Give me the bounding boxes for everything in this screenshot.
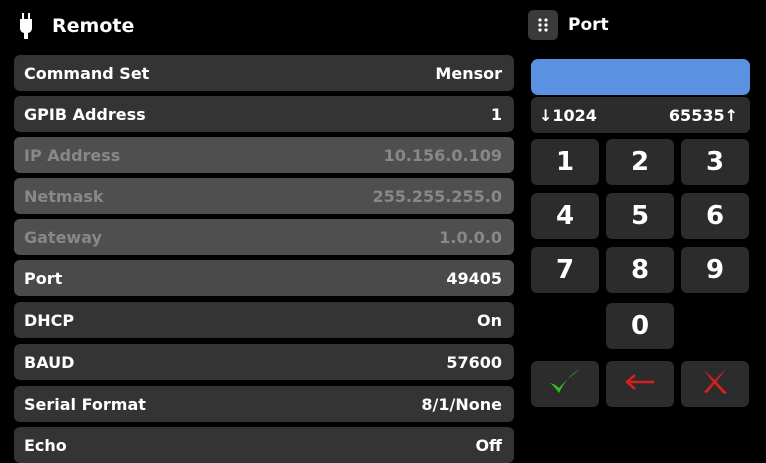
value-range: ↓1024 65535↑ — [531, 97, 750, 133]
setting-row-echo[interactable]: Echo Off — [14, 427, 514, 463]
setting-label: Port — [24, 268, 63, 288]
range-min: ↓1024 — [539, 105, 597, 125]
setting-label: Command Set — [24, 63, 150, 83]
setting-row-port[interactable]: Port 49405 — [14, 260, 514, 296]
setting-label: Echo — [24, 435, 67, 455]
setting-label: DHCP — [24, 310, 75, 330]
page-header: Remote — [14, 6, 514, 46]
setting-value: 49405 — [446, 268, 502, 288]
setting-value: 1 — [490, 104, 502, 124]
setting-value: 10.156.0.109 — [383, 145, 502, 165]
keypad-header: Port — [528, 8, 764, 42]
key-1[interactable]: 1 — [531, 139, 599, 185]
setting-label: Netmask — [24, 186, 104, 206]
key-9[interactable]: 9 — [681, 247, 749, 293]
checkmark-icon — [547, 366, 583, 403]
setting-value: On — [477, 310, 502, 330]
cancel-button[interactable] — [681, 361, 749, 407]
key-2[interactable]: 2 — [606, 139, 674, 185]
setting-value: 255.255.255.0 — [372, 186, 502, 206]
key-5[interactable]: 5 — [606, 193, 674, 239]
keypad-title: Port — [568, 15, 609, 35]
x-icon — [700, 366, 730, 403]
setting-value: Mensor — [435, 63, 502, 83]
key-7[interactable]: 7 — [531, 247, 599, 293]
setting-value: 8/1/None — [421, 394, 502, 414]
setting-label: BAUD — [24, 352, 75, 372]
key-0[interactable]: 0 — [606, 303, 674, 349]
setting-row-ip-address: IP Address 10.156.0.109 — [14, 137, 514, 173]
grid-menu-icon[interactable] — [528, 10, 558, 40]
setting-label: IP Address — [24, 145, 121, 165]
page-title: Remote — [52, 15, 135, 37]
setting-value: Off — [475, 435, 502, 455]
setting-value: 1.0.0.0 — [439, 227, 502, 247]
setting-row-baud[interactable]: BAUD 57600 — [14, 344, 514, 380]
key-4[interactable]: 4 — [531, 193, 599, 239]
key-3[interactable]: 3 — [681, 139, 749, 185]
left-arrow-icon — [623, 369, 657, 399]
setting-row-dhcp[interactable]: DHCP On — [14, 302, 514, 338]
plug-icon — [18, 13, 34, 39]
confirm-button[interactable] — [531, 361, 599, 407]
key-6[interactable]: 6 — [681, 193, 749, 239]
setting-row-netmask: Netmask 255.255.255.0 — [14, 178, 514, 214]
key-8[interactable]: 8 — [606, 247, 674, 293]
setting-row-command-set[interactable]: Command Set Mensor — [14, 55, 514, 91]
setting-label: Serial Format — [24, 394, 146, 414]
setting-row-serial-format[interactable]: Serial Format 8/1/None — [14, 386, 514, 422]
setting-row-gateway: Gateway 1.0.0.0 — [14, 219, 514, 255]
setting-value: 57600 — [446, 352, 502, 372]
setting-label: Gateway — [24, 227, 102, 247]
backspace-button[interactable] — [606, 361, 674, 407]
setting-row-gpib-address[interactable]: GPIB Address 1 — [14, 96, 514, 132]
range-max: 65535↑ — [668, 105, 738, 125]
setting-label: GPIB Address — [24, 104, 146, 124]
value-entry-field[interactable] — [531, 59, 750, 95]
